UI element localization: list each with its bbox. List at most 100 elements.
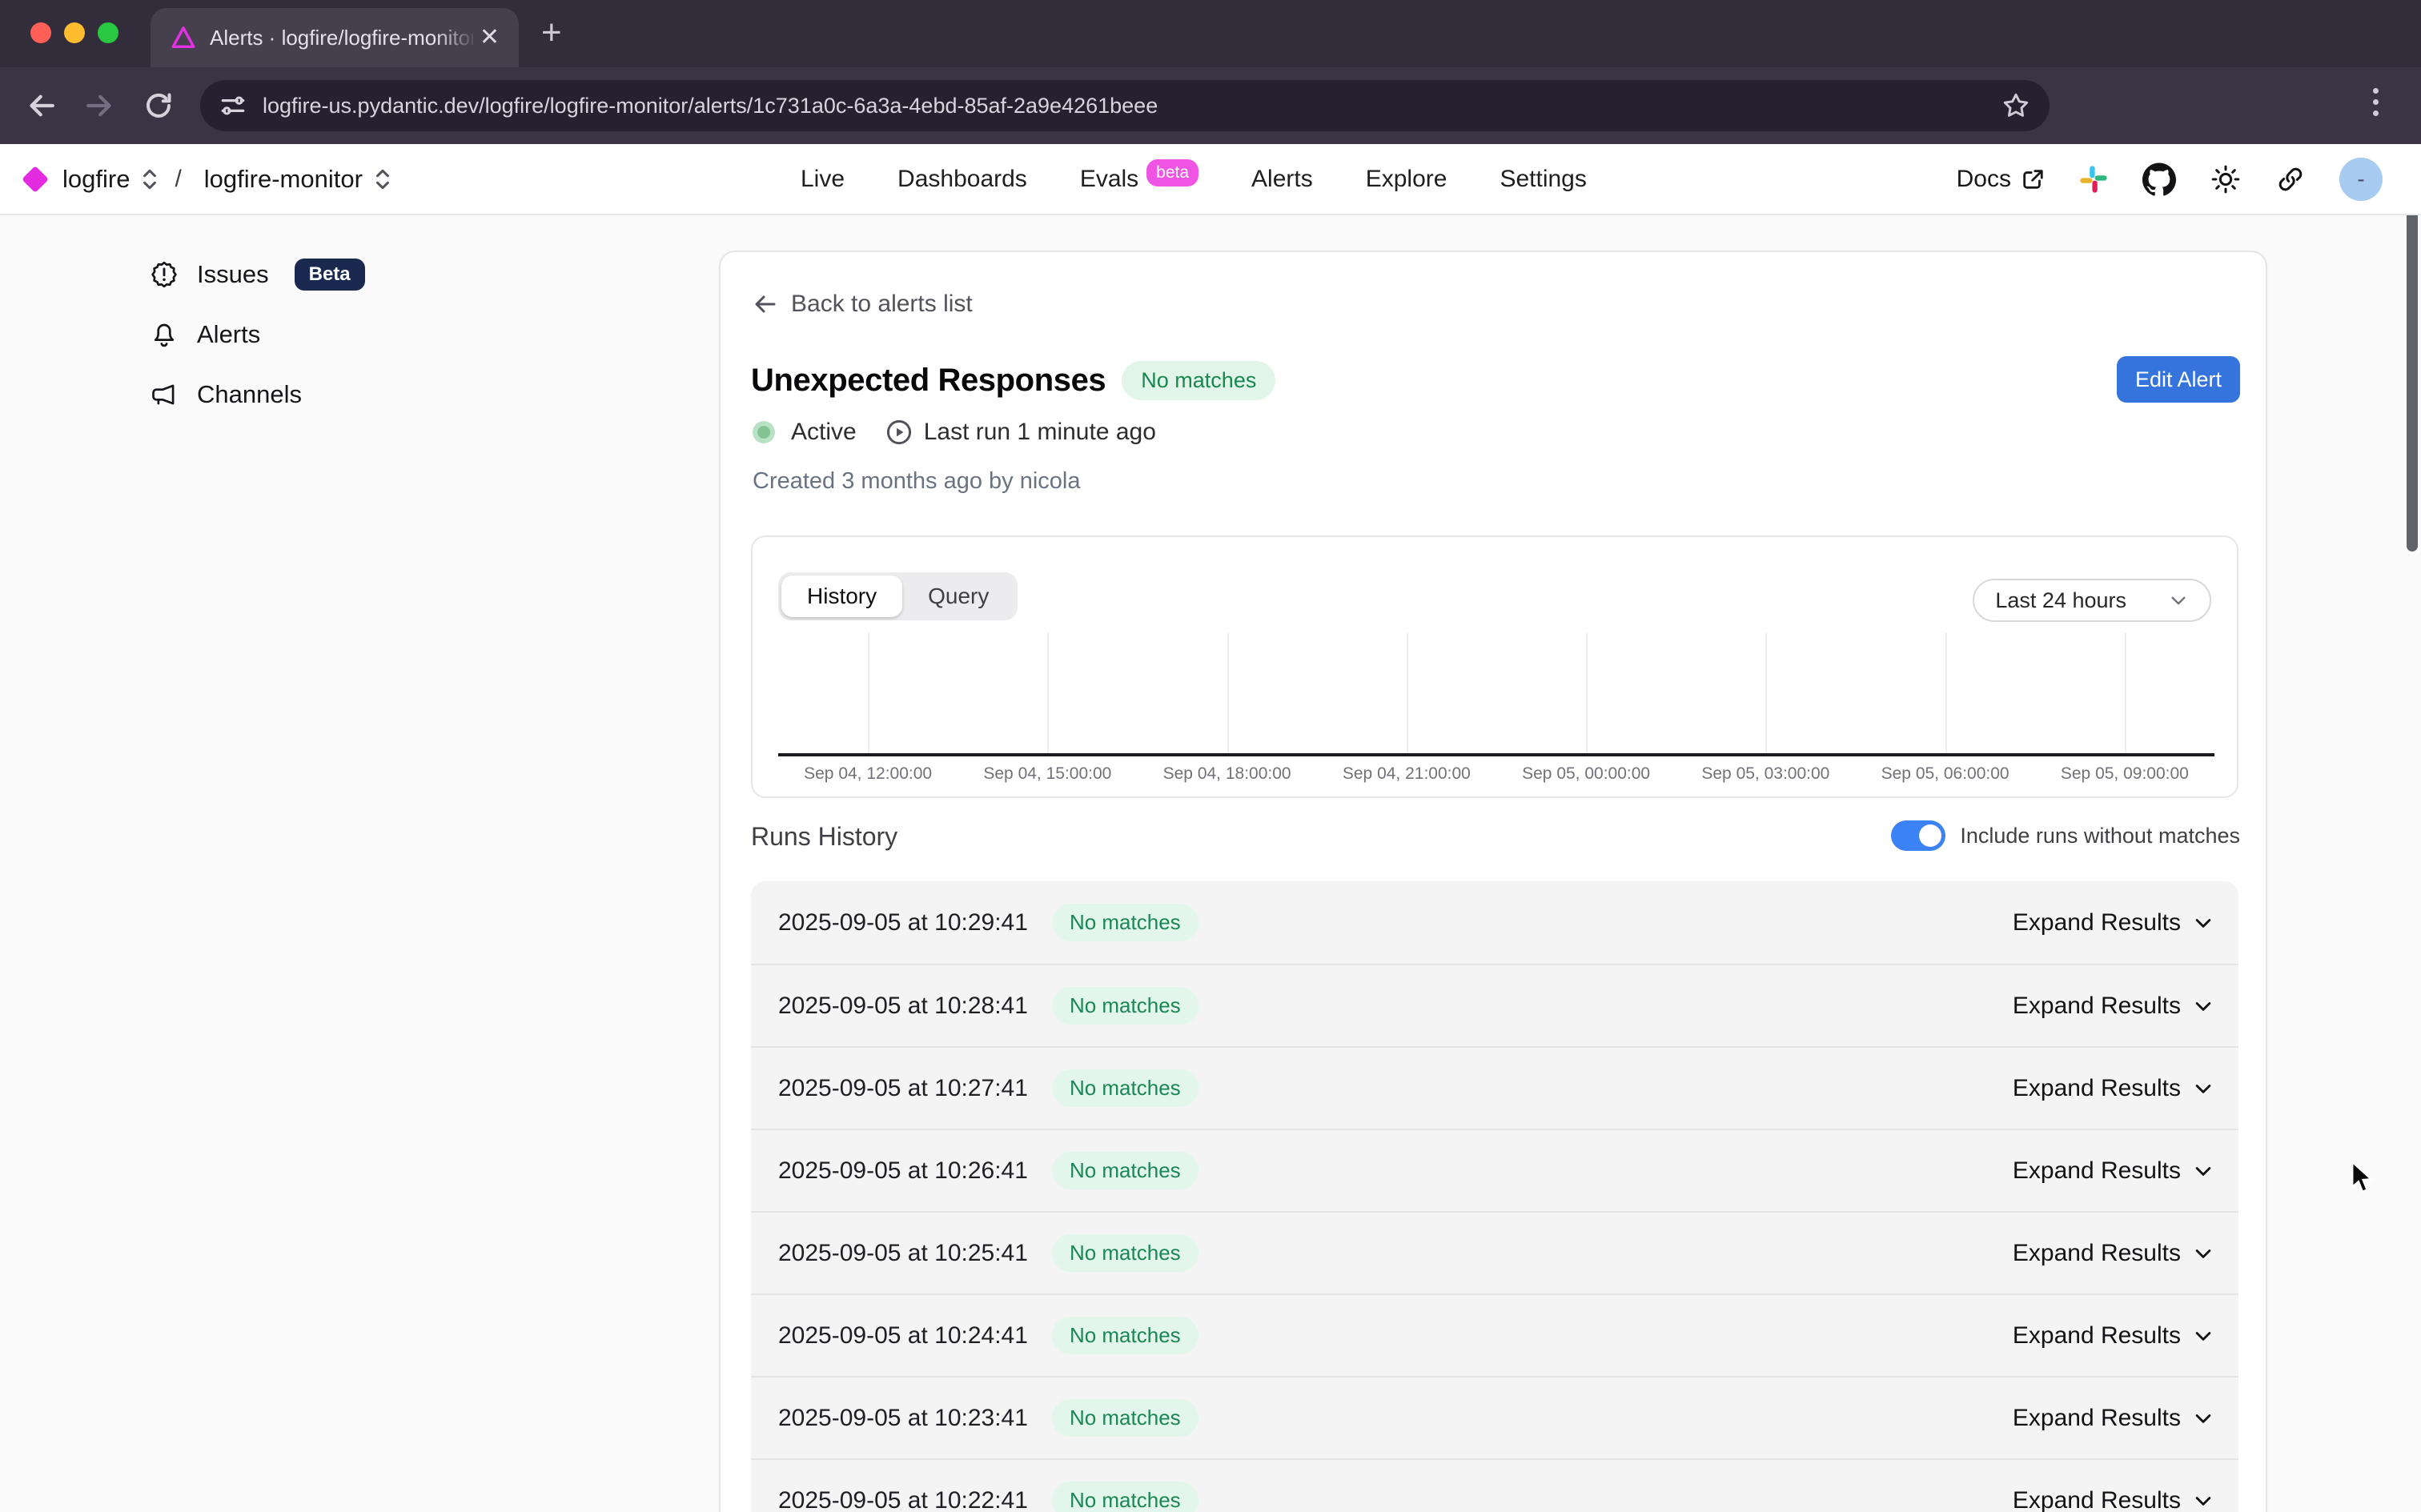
close-window-button[interactable] (30, 22, 51, 43)
nav-live[interactable]: Live (801, 166, 845, 193)
run-match-badge: No matches (1052, 1234, 1198, 1272)
run-match-badge: No matches (1052, 1152, 1198, 1189)
nav-evals[interactable]: Evals beta (1080, 166, 1198, 193)
expand-results-button[interactable]: Expand Results (2013, 1075, 2214, 1102)
page-scrollbar[interactable] (2407, 215, 2418, 551)
browser-tab[interactable]: Alerts · logfire/logfire-monitor ✕ (151, 8, 519, 67)
expand-results-button[interactable]: Expand Results (2013, 909, 2214, 936)
expand-results-button[interactable]: Expand Results (2013, 1157, 2214, 1185)
run-row: 2025-09-05 at 10:29:41 No matches Expand… (751, 881, 2238, 964)
expand-results-button[interactable]: Expand Results (2013, 993, 2214, 1020)
slack-icon[interactable] (2078, 164, 2109, 195)
run-row: 2025-09-05 at 10:27:41 No matches Expand… (751, 1046, 2238, 1129)
sidebar-item-alerts[interactable]: Alerts (149, 315, 597, 354)
tab-strip: Alerts · logfire/logfire-monitor ✕ + (0, 0, 2421, 67)
browser-toolbar: logfire-us.pydantic.dev/logfire/logfire-… (0, 67, 2421, 144)
x-tick: Sep 05, 06:00:00 (1856, 764, 2035, 784)
chevron-down-icon (2192, 1407, 2214, 1430)
expand-results-button[interactable]: Expand Results (2013, 1240, 2214, 1267)
bookmark-star-icon[interactable] (2001, 91, 2030, 120)
expand-results-button[interactable]: Expand Results (2013, 1405, 2214, 1432)
page-body: Issues Beta Alerts Channels (0, 215, 2421, 1512)
expand-results-button[interactable]: Expand Results (2013, 1322, 2214, 1350)
back-arrow-icon (753, 291, 778, 317)
url-bar[interactable]: logfire-us.pydantic.dev/logfire/logfire-… (200, 80, 2050, 131)
site-settings-icon[interactable] (219, 92, 247, 119)
run-row: 2025-09-05 at 10:28:41 No matches Expand… (751, 964, 2238, 1046)
run-timestamp: 2025-09-05 at 10:24:41 (778, 1322, 1028, 1350)
org-switcher[interactable]: logfire (62, 165, 130, 194)
chevron-down-icon (2192, 1160, 2214, 1182)
chevron-down-icon (2192, 912, 2214, 934)
run-timestamp: 2025-09-05 at 10:25:41 (778, 1240, 1028, 1267)
breadcrumb: logfire / logfire-monitor (26, 165, 391, 194)
share-link-icon[interactable] (2275, 164, 2306, 195)
window-controls[interactable] (30, 22, 118, 43)
run-row: 2025-09-05 at 10:26:41 No matches Expand… (751, 1129, 2238, 1211)
chevron-down-icon (2192, 1325, 2214, 1347)
theme-sun-icon[interactable] (2210, 163, 2242, 195)
run-match-badge: No matches (1052, 987, 1198, 1025)
run-match-badge: No matches (1052, 1069, 1198, 1107)
expand-results-button[interactable]: Expand Results (2013, 1487, 2214, 1512)
sidebar-item-channels[interactable]: Channels (149, 375, 597, 414)
expand-results-label: Expand Results (2013, 1322, 2181, 1350)
back-to-alerts-link[interactable]: Back to alerts list (753, 291, 973, 318)
browser-menu-icon[interactable] (2373, 88, 2379, 116)
app-header: logfire / logfire-monitor Live Dashboard… (0, 144, 2421, 215)
logfire-favicon (170, 24, 197, 51)
sidebar-issues-label: Issues (197, 260, 269, 289)
evals-beta-badge: beta (1146, 159, 1198, 186)
nav-settings[interactable]: Settings (1500, 166, 1586, 193)
x-tick: Sep 04, 21:00:00 (1317, 764, 1496, 784)
user-avatar[interactable]: - (2339, 158, 2383, 201)
run-match-badge: No matches (1052, 1482, 1198, 1512)
runs-history-heading: Runs History (751, 822, 897, 852)
tab-close-icon[interactable]: ✕ (473, 22, 506, 53)
nav-dashboards[interactable]: Dashboards (897, 166, 1027, 193)
alert-title: Unexpected Responses (751, 363, 1106, 399)
bell-icon (149, 319, 179, 350)
zoom-window-button[interactable] (98, 22, 118, 43)
alert-status-row: Active Last run 1 minute ago (753, 419, 1156, 446)
sidebar-alerts-label: Alerts (197, 320, 260, 349)
run-timestamp: 2025-09-05 at 10:26:41 (778, 1157, 1028, 1185)
chevron-down-icon (2192, 1077, 2214, 1100)
tab-query[interactable]: Query (902, 576, 1014, 617)
chevron-down-icon (2168, 590, 2189, 611)
history-query-tabs: History Query (778, 572, 1018, 620)
run-timestamp: 2025-09-05 at 10:23:41 (778, 1405, 1028, 1432)
run-timestamp: 2025-09-05 at 10:29:41 (778, 909, 1028, 936)
megaphone-icon (149, 379, 179, 410)
run-match-badge: No matches (1052, 1399, 1198, 1437)
project-switcher-chevrons-icon[interactable] (374, 167, 391, 191)
sidebar-item-issues[interactable]: Issues Beta (149, 255, 597, 294)
edit-alert-button[interactable]: Edit Alert (2117, 356, 2240, 403)
new-tab-button[interactable]: + (541, 13, 562, 53)
docs-link[interactable]: Docs (1957, 166, 2045, 193)
org-switcher-chevrons-icon[interactable] (141, 167, 159, 191)
last-run: Last run 1 minute ago (885, 419, 1156, 446)
tab-history[interactable]: History (781, 576, 902, 617)
project-switcher[interactable]: logfire-monitor (204, 165, 363, 194)
main-nav: Live Dashboards Evals beta Alerts Explor… (801, 166, 1587, 193)
reload-icon[interactable] (143, 90, 175, 122)
back-icon[interactable] (26, 90, 58, 122)
nav-evals-label: Evals (1080, 166, 1138, 193)
include-runs-toggle[interactable] (1891, 820, 1945, 851)
github-icon[interactable] (2142, 162, 2176, 196)
time-range-value: Last 24 hours (1995, 588, 2126, 613)
chart-x-labels: Sep 04, 12:00:00 Sep 04, 15:00:00 Sep 04… (778, 764, 2214, 784)
nav-explore[interactable]: Explore (1366, 166, 1447, 193)
expand-results-label: Expand Results (2013, 1157, 2181, 1185)
chevron-down-icon (2192, 995, 2214, 1017)
include-runs-toggle-label: Include runs without matches (1960, 824, 2240, 848)
minimize-window-button[interactable] (64, 22, 85, 43)
x-tick: Sep 05, 03:00:00 (1676, 764, 1855, 784)
time-range-select[interactable]: Last 24 hours (1973, 579, 2211, 622)
tab-title-fade (436, 16, 477, 59)
run-row: 2025-09-05 at 10:22:41 No matches Expand… (751, 1458, 2238, 1512)
forward-icon[interactable] (83, 90, 115, 122)
url-text[interactable]: logfire-us.pydantic.dev/logfire/logfire-… (263, 94, 2001, 118)
nav-alerts[interactable]: Alerts (1251, 166, 1313, 193)
